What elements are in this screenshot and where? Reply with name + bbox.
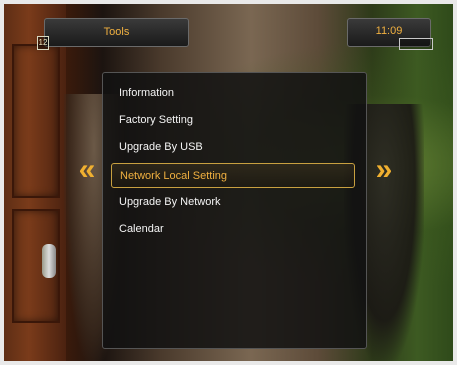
menu-item-factory-setting[interactable]: Factory Setting bbox=[111, 108, 355, 133]
signal-icon bbox=[399, 38, 433, 50]
menu-title-bar: Tools bbox=[44, 18, 189, 47]
menu-item-information[interactable]: Information bbox=[111, 81, 355, 106]
menu-item-calendar[interactable]: Calendar bbox=[111, 217, 355, 242]
right-arrow-icon[interactable]: » bbox=[370, 155, 393, 185]
left-arrow-icon[interactable]: « bbox=[73, 155, 96, 185]
clock-time: 11:09 bbox=[375, 25, 403, 37]
channel-badge: 12 bbox=[37, 36, 49, 50]
menu-title: Tools bbox=[103, 26, 130, 38]
menu-item-network-local-setting[interactable]: Network Local Setting bbox=[111, 163, 355, 188]
tv-screen: Tools 12 11:09 « » Information Factory S… bbox=[4, 4, 453, 361]
menu-item-upgrade-by-network[interactable]: Upgrade By Network bbox=[111, 190, 355, 215]
door-panel-top bbox=[12, 44, 60, 198]
door-handle bbox=[42, 244, 56, 278]
background-door bbox=[4, 4, 66, 361]
menu-item-upgrade-by-usb[interactable]: Upgrade By USB bbox=[111, 135, 355, 160]
tools-menu: Information Factory Setting Upgrade By U… bbox=[102, 72, 367, 349]
